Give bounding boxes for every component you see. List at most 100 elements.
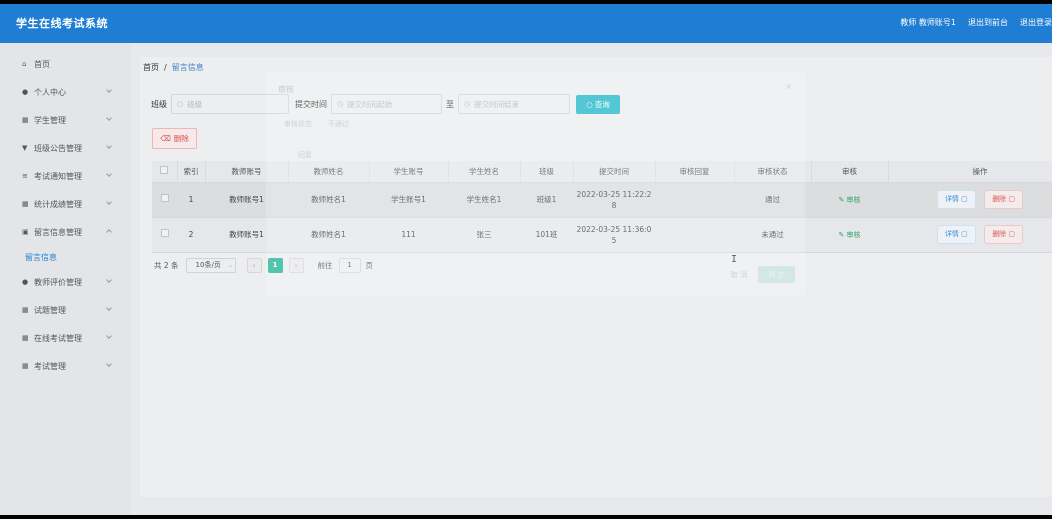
sidebar-item-personal-center[interactable]: ● 个人中心 — [0, 78, 131, 106]
class-search-input[interactable]: ○ 班级 — [171, 94, 289, 114]
sidebar-item-online-exam[interactable]: ▦ 在线考试管理 — [0, 324, 131, 352]
chevron-down-icon — [106, 277, 112, 283]
detail-button[interactable]: 详情 ▢ — [936, 225, 976, 244]
batch-delete-button[interactable]: ⌫ 删除 — [152, 128, 197, 149]
current-user: 教师 教师账号1 — [900, 18, 956, 27]
cell-student-name: 学生姓名1 — [448, 182, 520, 218]
breadcrumb-current: 留言信息 — [171, 63, 204, 72]
top-header: 学生在线考试系统 教师 教师账号1 退出到前台 退出登录 — [0, 4, 1052, 43]
pagination: 共 2 条 10条/页 ⌄ ‹ 1 › 前往 1 页 — [154, 257, 373, 273]
col-class: 班级 — [520, 161, 574, 183]
sidebar-subitem-messages[interactable]: 留言信息 — [0, 246, 131, 268]
page-label: 页 — [365, 260, 374, 270]
cell-student-account: 学生账号1 — [369, 182, 448, 218]
col-actions: 操作 — [888, 161, 1052, 183]
sidebar-item-messages[interactable]: ▣ 留言信息管理 — [0, 218, 131, 246]
edit-icon: ✎ — [838, 230, 847, 239]
col-teacher-name: 教师姓名 — [288, 161, 370, 183]
chevron-down-icon — [106, 199, 112, 205]
grid-icon: ▦ — [22, 306, 29, 314]
grid-icon: ▦ — [22, 116, 29, 124]
delete-button[interactable]: 删除 ▢ — [984, 225, 1024, 244]
cell-teacher-account: 教师账号1 — [205, 182, 288, 218]
grid-icon: ▦ — [22, 200, 29, 208]
cell-teacher-name: 教师姓名1 — [288, 182, 369, 218]
goto-label: 前往 — [317, 260, 333, 270]
cell-teacher-name: 教师姓名1 — [288, 217, 369, 253]
audit-link[interactable]: ✎ 审核 — [838, 196, 860, 204]
exit-to-frontend-link[interactable]: 退出到前台 — [968, 17, 1008, 28]
clipboard-icon: ▣ — [22, 228, 29, 236]
text-cursor-icon: I — [731, 254, 738, 265]
main-content: 首页 / 留言信息 班级 ○ 班级 提交时间 ◷ 提交时间起始 至 ◷ 提交时间结束 ○ 查… — [140, 57, 1052, 497]
trash-icon: ▢ — [1008, 195, 1016, 203]
page-size-select[interactable]: 10条/页 ⌄ — [185, 257, 236, 273]
col-teacher-account: 教师账号 — [205, 161, 289, 183]
col-index: 索引 — [177, 161, 206, 183]
trash-icon: ⌫ — [160, 134, 171, 143]
row-checkbox[interactable] — [152, 182, 177, 218]
cell-index: 2 — [177, 217, 205, 253]
col-audit-reply: 审核回复 — [655, 161, 735, 183]
cell-audit-status: 通过 — [734, 182, 811, 218]
cell-audit: ✎ 审核 — [811, 182, 888, 218]
cell-actions: 详情 ▢ 删除 ▢ — [888, 217, 1052, 253]
cell-student-account: 111 — [369, 217, 448, 253]
to-label: 至 — [446, 99, 454, 109]
grid-icon: ▦ — [22, 362, 29, 370]
search-icon: ○ — [177, 100, 184, 108]
messages-table: 索引 教师账号 教师姓名 学生账号 学生姓名 班级 提交时间 审核回复 审核状态… — [152, 161, 1052, 253]
trash-icon: ▢ — [1008, 230, 1016, 238]
chevron-down-icon — [106, 115, 112, 121]
next-page-button[interactable]: › — [288, 257, 304, 273]
sidebar-item-exams[interactable]: ▦ 考试管理 — [0, 352, 131, 380]
sidebar-item-score-stats[interactable]: ▦ 统计成绩管理 — [0, 190, 131, 218]
cell-audit-status: 未通过 — [734, 217, 811, 253]
cell-audit-reply — [655, 217, 734, 253]
chevron-up-icon — [106, 229, 112, 235]
goto-page-input[interactable]: 1 — [338, 257, 361, 273]
cell-student-name: 张三 — [448, 217, 520, 253]
prev-page-button[interactable]: ‹ — [246, 257, 262, 273]
cell-actions: 详情 ▢ 删除 ▢ — [888, 182, 1052, 218]
chevron-down-icon — [106, 171, 112, 177]
row-checkbox[interactable] — [152, 217, 177, 253]
clock-icon: ◷ — [464, 100, 471, 108]
audit-link[interactable]: ✎ 审核 — [838, 231, 860, 239]
end-time-input[interactable]: ◷ 提交时间结束 — [458, 94, 570, 114]
page-number-current[interactable]: 1 — [267, 257, 283, 273]
breadcrumb: 首页 / 留言信息 — [143, 63, 204, 72]
table-row: 1 教师账号1 教师姓名1 学生账号1 学生姓名1 班级1 2022-03-25… — [152, 182, 1052, 218]
col-audit: 审核 — [811, 161, 889, 183]
search-icon: ○ — [586, 99, 593, 109]
detail-button[interactable]: 详情 ▢ — [936, 190, 976, 209]
cell-submit-time: 2022-03-25 11:22:2 8 — [573, 182, 655, 218]
cell-class: 班级1 — [520, 182, 573, 218]
detail-icon: ▢ — [961, 230, 968, 238]
edit-icon: ✎ — [838, 195, 847, 204]
chevron-right-icon: › — [294, 260, 298, 270]
col-submit-time: 提交时间 — [573, 161, 656, 183]
app-title: 学生在线考试系统 — [16, 17, 108, 30]
grid-icon: ▦ — [22, 334, 29, 342]
chevron-down-icon — [106, 87, 112, 93]
header-actions: 教师 教师账号1 退出到前台 退出登录 — [900, 17, 1052, 28]
cell-audit: ✎ 审核 — [811, 217, 888, 253]
delete-button[interactable]: 删除 ▢ — [984, 190, 1024, 209]
select-all-checkbox[interactable] — [152, 161, 178, 183]
home-icon: ⌂ — [22, 60, 27, 68]
sidebar-item-questions[interactable]: ▦ 试题管理 — [0, 296, 131, 324]
cell-submit-time: 2022-03-25 11:36:0 5 — [573, 217, 655, 253]
time-label: 提交时间 — [295, 99, 327, 109]
sidebar-item-class-notice[interactable]: ▼ 班级公告管理 — [0, 134, 131, 162]
breadcrumb-home[interactable]: 首页 — [143, 63, 159, 72]
sidebar-item-home[interactable]: ⌂ 首页 — [0, 50, 131, 78]
sidebar-item-students[interactable]: ▦ 学生管理 — [0, 106, 131, 134]
chevron-down-icon: ⌄ — [227, 261, 233, 269]
logout-link[interactable]: 退出登录 — [1020, 17, 1052, 28]
sidebar-item-exam-notice[interactable]: ≡ 考试通知管理 — [0, 162, 131, 190]
cell-class: 101班 — [520, 217, 573, 253]
sidebar-item-teacher-eval[interactable]: ● 教师评价管理 — [0, 268, 131, 296]
start-time-input[interactable]: ◷ 提交时间起始 — [331, 94, 442, 114]
query-button[interactable]: ○ 查询 — [576, 94, 620, 114]
